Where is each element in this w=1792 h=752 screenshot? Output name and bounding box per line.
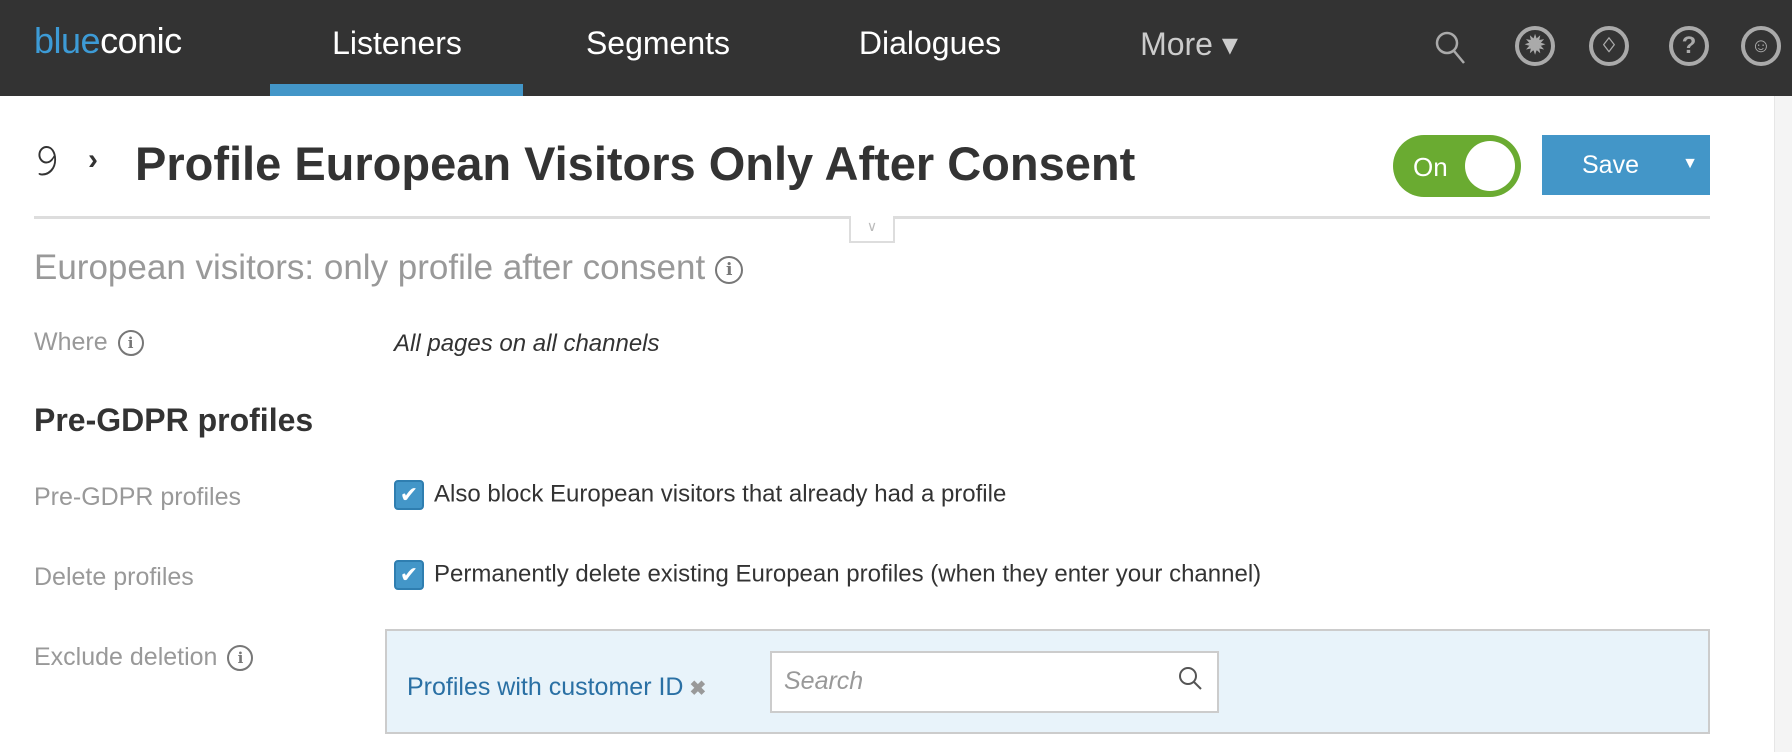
delete-profiles-checkbox[interactable]: ✔ (394, 560, 424, 590)
search-icon[interactable] (1434, 30, 1468, 66)
bell-icon[interactable]: ♢ (1589, 26, 1629, 66)
blueconic-logo[interactable]: blueconic (34, 20, 182, 62)
tab-listeners[interactable]: Listeners (332, 25, 462, 62)
section-title: Pre-GDPR profiles (34, 402, 314, 438)
logo-white-part: conic (100, 20, 182, 61)
search-icon[interactable] (1177, 665, 1203, 691)
pre-gdpr-label: Pre-GDPR profiles (34, 483, 241, 511)
tag-label[interactable]: Profiles with customer ID (407, 673, 683, 701)
save-dropdown-arrow-icon[interactable]: ▼ (1682, 155, 1698, 173)
search-input[interactable] (784, 667, 1164, 696)
toggle-knob (1465, 141, 1515, 191)
save-label: Save (1582, 151, 1639, 179)
delete-profiles-label: Delete profiles (34, 563, 194, 591)
scrollbar[interactable] (1774, 96, 1792, 752)
collapse-toggle-chevron-icon[interactable]: ∨ (849, 216, 895, 243)
logo-blue-part: blue (34, 20, 101, 61)
info-icon[interactable]: i (227, 645, 254, 672)
selected-tag: Profiles with customer ID ✖ (407, 673, 706, 702)
checkbox-label: Also block European visitors that alread… (434, 480, 1007, 508)
ear-icon: 𝟿 (32, 136, 61, 185)
pre-gdpr-checkbox-row[interactable]: ✔ Also block European visitors that alrea… (394, 480, 1006, 510)
tab-segments[interactable]: Segments (586, 25, 730, 62)
delete-profiles-checkbox-row[interactable]: ✔ Permanently delete existing European pr… (394, 560, 1261, 590)
page-title: Profile European Visitors Only After Con… (135, 137, 1136, 190)
info-icon[interactable]: i (715, 255, 744, 284)
top-nav: blueconic Listeners Segments Dialogues M… (0, 0, 1792, 96)
tab-dialogues[interactable]: Dialogues (859, 25, 1001, 62)
pre-gdpr-checkbox[interactable]: ✔ (394, 480, 424, 510)
exclude-selector: Profiles with customer ID ✖ (385, 629, 1710, 734)
exclude-deletion-label: Exclude deletion i (34, 643, 254, 672)
where-label: Where i (34, 328, 144, 357)
save-button[interactable]: Save ▼ (1542, 135, 1710, 195)
description-text: European visitors: only profile after co… (34, 248, 706, 287)
gear-icon[interactable]: ✹ (1515, 26, 1555, 66)
listener-description: European visitors: only profile after co… (34, 248, 744, 288)
where-label-text: Where (34, 328, 108, 356)
remove-tag-icon[interactable]: ✖ (689, 678, 706, 700)
breadcrumb-chevron-icon: › (88, 143, 98, 176)
checkbox-label: Permanently delete existing European pro… (434, 560, 1262, 588)
info-icon[interactable]: i (117, 330, 144, 357)
exclude-label-text: Exclude deletion (34, 643, 218, 671)
user-icon[interactable]: ☺ (1741, 26, 1781, 66)
help-icon[interactable]: ? (1669, 26, 1709, 66)
tab-more[interactable]: More ▾ (1140, 25, 1238, 63)
active-tab-indicator (270, 84, 523, 96)
toggle-label: On (1413, 152, 1448, 182)
on-off-toggle[interactable]: On (1393, 135, 1521, 197)
search-field[interactable] (770, 651, 1219, 713)
where-value: All pages on all channels (394, 330, 660, 357)
